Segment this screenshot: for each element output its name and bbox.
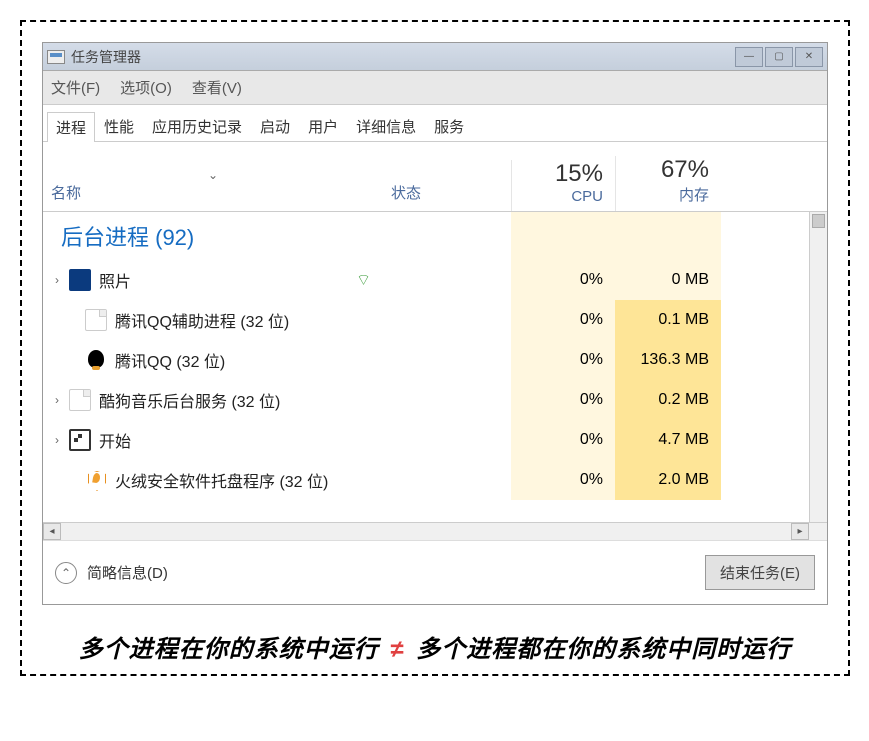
expand-arrow-icon[interactable]: ›: [49, 393, 65, 407]
brief-info-label[interactable]: 简略信息(D): [87, 562, 168, 583]
leaf-icon: ⌔: [356, 270, 371, 290]
menu-view[interactable]: 查看(V): [188, 75, 246, 100]
col-header-memory[interactable]: 67% 内存: [615, 156, 721, 211]
app-icon: [47, 50, 65, 64]
scroll-thumb[interactable]: [812, 214, 825, 228]
cpu-value: 0%: [511, 340, 615, 380]
memory-value: 4.7 MB: [615, 420, 721, 460]
doc-icon: [85, 309, 107, 331]
memory-value: 0.2 MB: [615, 380, 721, 420]
cpu-value: 0%: [511, 420, 615, 460]
tab-services[interactable]: 服务: [425, 111, 473, 141]
task-manager-window: 任务管理器 — ▢ ✕ 文件(F) 选项(O) 查看(V) 进程 性能 应用历史…: [42, 42, 828, 605]
close-button[interactable]: ✕: [795, 47, 823, 67]
memory-value: 0.1 MB: [615, 300, 721, 340]
horizontal-scrollbar[interactable]: ◂ ▸: [43, 522, 827, 540]
process-table: ⌄ 名称 状态 15% CPU 67% 内存: [43, 142, 827, 540]
memory-value: 0 MB: [615, 260, 721, 300]
end-task-button[interactable]: 结束任务(E): [705, 555, 815, 590]
qq-icon: [85, 349, 107, 371]
process-row[interactable]: 腾讯QQ辅助进程 (32 位) 0%0.1 MB: [43, 300, 809, 340]
not-equal-icon: ≠: [390, 636, 404, 663]
table-header: ⌄ 名称 状态 15% CPU 67% 内存: [43, 142, 827, 212]
process-name: 腾讯QQ辅助进程 (32 位): [115, 308, 289, 332]
process-name: 开始: [99, 428, 131, 452]
col-header-cpu[interactable]: 15% CPU: [511, 160, 615, 211]
cpu-value: 0%: [511, 460, 615, 500]
menubar: 文件(F) 选项(O) 查看(V): [43, 71, 827, 105]
start-icon: [69, 429, 91, 451]
menu-file[interactable]: 文件(F): [47, 75, 104, 100]
process-group-header[interactable]: 后台进程 (92): [43, 212, 809, 260]
chevron-down-icon: ⌄: [208, 168, 218, 182]
details-toggle[interactable]: ⌃: [55, 562, 77, 584]
tab-history[interactable]: 应用历史记录: [143, 111, 251, 141]
memory-value: 136.3 MB: [615, 340, 721, 380]
shield-icon: [85, 469, 107, 491]
tab-processes[interactable]: 进程: [47, 112, 95, 142]
process-name: 酷狗音乐后台服务 (32 位): [99, 388, 280, 412]
minimize-button[interactable]: —: [735, 47, 763, 67]
expand-arrow-icon[interactable]: ›: [49, 433, 65, 447]
window-title: 任务管理器: [71, 47, 735, 67]
footer: ⌃ 简略信息(D) 结束任务(E): [43, 540, 827, 604]
process-row[interactable]: › 开始 0%4.7 MB: [43, 420, 809, 460]
process-name: 照片: [99, 268, 131, 292]
menu-options[interactable]: 选项(O): [116, 75, 176, 100]
tab-startup[interactable]: 启动: [251, 111, 299, 141]
col-header-status[interactable]: 状态: [383, 158, 511, 211]
tab-performance[interactable]: 性能: [95, 111, 143, 141]
scroll-right-button[interactable]: ▸: [791, 523, 809, 540]
col-header-name[interactable]: ⌄ 名称: [43, 160, 383, 211]
scroll-left-button[interactable]: ◂: [43, 523, 61, 540]
process-row[interactable]: 火绒安全软件托盘程序 (32 位) 0%2.0 MB: [43, 460, 809, 500]
tabbar: 进程 性能 应用历史记录 启动 用户 详细信息 服务: [43, 105, 827, 142]
tab-users[interactable]: 用户: [299, 111, 347, 141]
vertical-scrollbar[interactable]: [809, 212, 827, 522]
maximize-button[interactable]: ▢: [765, 47, 793, 67]
photo-icon: [69, 269, 91, 291]
caption-text: 多个进程在你的系统中运行 ≠ 多个进程都在你的系统中同时运行: [42, 629, 828, 664]
process-row[interactable]: › 照片 ⌔ 0%0 MB: [43, 260, 809, 300]
process-name: 火绒安全软件托盘程序 (32 位): [115, 468, 328, 492]
process-name: 腾讯QQ (32 位): [115, 348, 225, 372]
process-row[interactable]: › 酷狗音乐后台服务 (32 位) 0%0.2 MB: [43, 380, 809, 420]
expand-arrow-icon[interactable]: ›: [49, 273, 65, 287]
titlebar: 任务管理器 — ▢ ✕: [43, 43, 827, 71]
doc-icon: [69, 389, 91, 411]
cpu-value: 0%: [511, 380, 615, 420]
tab-details[interactable]: 详细信息: [347, 111, 425, 141]
process-row[interactable]: 腾讯QQ (32 位) 0%136.3 MB: [43, 340, 809, 380]
cpu-value: 0%: [511, 300, 615, 340]
cpu-value: 0%: [511, 260, 615, 300]
memory-value: 2.0 MB: [615, 460, 721, 500]
